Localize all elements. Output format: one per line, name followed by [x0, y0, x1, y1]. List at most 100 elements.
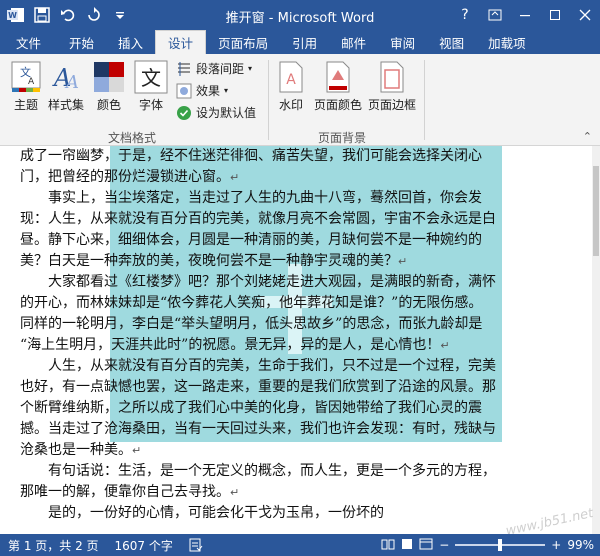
- zoom-slider-thumb[interactable]: [497, 539, 502, 551]
- theme-label: 主题: [13, 98, 38, 112]
- view-and-zoom: − + 99%: [381, 534, 594, 556]
- tab-file[interactable]: 文件: [0, 30, 58, 54]
- line-text: 沧桑也是一种美。: [20, 442, 132, 458]
- line-text: 昼。静下心来，细细体会，月圆是一种清丽的美，月缺何尝不是一种婉约的: [20, 232, 482, 248]
- scrollbar-thumb[interactable]: [593, 166, 599, 256]
- document-line[interactable]: 昼。静下心来，细细体会，月圆是一种清丽的美，月缺何尝不是一种婉约的: [20, 230, 560, 251]
- document-line[interactable]: 同样的一轮明月，李白是“举头望明月，低头思故乡”的思念，而张九龄却是: [20, 314, 560, 335]
- tab-design[interactable]: 设计: [155, 30, 207, 54]
- line-text: 也好，有一点缺憾也罢，这一路走来，重要的是我们欣赏到了沿途的风景。那: [20, 379, 496, 395]
- tab-mailings[interactable]: 邮件: [329, 30, 378, 54]
- zoom-level[interactable]: 99%: [567, 538, 594, 552]
- tab-page-layout[interactable]: 页面布局: [206, 30, 280, 54]
- watermark-button[interactable]: A 水印: [276, 60, 306, 113]
- document-line[interactable]: 成了一帘幽梦，于是，经不住迷茫徘徊、痛苦失望，我们可能会选择关闭心: [20, 146, 560, 167]
- document-line[interactable]: 沧桑也是一种美。↵: [20, 440, 560, 461]
- document-line[interactable]: 撼。当走过了沧海桑田，当有一天回过头来，我们也许会发现：有时，残缺与: [20, 419, 560, 440]
- zoom-slider[interactable]: [455, 539, 546, 551]
- document-line[interactable]: 人生，从来就没有百分百的完美，生命于我们，只不过是一个过程，完美: [20, 356, 560, 377]
- page-color-button[interactable]: 页面颜色: [314, 60, 362, 113]
- style-set-button[interactable]: AA 样式集: [48, 60, 84, 113]
- document-text[interactable]: 成了一帘幽梦，于是，经不住迷茫徘徊、痛苦失望，我们可能会选择关闭心 门，把曾经的那…: [20, 146, 560, 524]
- colors-button[interactable]: 颜色: [92, 60, 126, 113]
- page-border-button[interactable]: 页面边框: [368, 60, 416, 113]
- document-line[interactable]: 事实上，当尘埃落定，当走过了人生的九曲十八弯，蓦然回首，你会发: [20, 188, 560, 209]
- document-line[interactable]: 那唯一的解，便靠你自己去寻找。↵: [20, 482, 560, 503]
- web-layout-icon[interactable]: [419, 538, 433, 553]
- line-text: “海上生明月，天涯共此时”的祝愿。景无异，异的是人，是心情也！: [20, 337, 441, 353]
- paragraph-mark-icon: ↵: [132, 444, 142, 457]
- document-line[interactable]: “海上生明月，天涯共此时”的祝愿。景无异，异的是人，是心情也！↵: [20, 335, 560, 356]
- line-text: 撼。当走过了沧海桑田，当有一天回过头来，我们也许会发现：有时，残缺与: [20, 421, 496, 437]
- group-label-page-bg: 页面背景: [318, 131, 367, 145]
- fonts-button[interactable]: 文 字体: [134, 60, 168, 113]
- paragraph-spacing-button[interactable]: 段落间距 ▾: [176, 60, 252, 77]
- proofing-icon[interactable]: [181, 538, 211, 552]
- tab-view[interactable]: 视图: [427, 30, 476, 54]
- ribbon-separator: [268, 60, 269, 140]
- zoom-in-button[interactable]: +: [551, 538, 561, 552]
- theme-button[interactable]: 文A 主题: [8, 60, 44, 113]
- chevron-down-icon: ▾: [224, 86, 229, 95]
- line-text: 是的，一份好的心情，可能会化干戈为玉帛，一份坏的: [48, 505, 384, 521]
- read-mode-icon[interactable]: [381, 538, 395, 553]
- ribbon-design: 文A 主题 AA 样式集 颜色 文 字体 段落间距 ▾ 效果 ▾ 设为默认值 文…: [0, 54, 600, 146]
- document-area[interactable]: 成了一帘幽梦，于是，经不住迷茫徘徊、痛苦失望，我们可能会选择关闭心 门，把曾经的那…: [0, 146, 600, 534]
- tab-insert[interactable]: 插入: [106, 30, 155, 54]
- paragraph-spacing-label: 段落间距: [196, 62, 245, 76]
- line-text: 大家都看过《红楼梦》吧？那个刘姥姥走进大观园，是满眼的新奇，满怀: [48, 274, 496, 290]
- maximize-icon[interactable]: [540, 0, 570, 30]
- line-text: 那唯一的解，便靠你自己去寻找。: [20, 484, 230, 500]
- tab-review[interactable]: 审阅: [378, 30, 427, 54]
- watermark-icon: A: [279, 61, 303, 93]
- paragraph-spacing-icon: [178, 61, 190, 76]
- fonts-icon: 文: [134, 60, 168, 94]
- document-line[interactable]: 也好，有一点缺憾也罢，这一路走来，重要的是我们欣赏到了沿途的风景。那: [20, 377, 560, 398]
- document-line[interactable]: 门，把曾经的那份烂漫锁进心窗。↵: [20, 167, 560, 188]
- svg-text:A: A: [28, 77, 35, 87]
- word-count[interactable]: 1607 个字: [107, 537, 181, 554]
- svg-text:A: A: [64, 72, 79, 93]
- line-text: 的开心，而林妹妹却是“侬今葬花人笑痴，他年葬花知是谁？”的无限伤感。: [20, 295, 483, 311]
- line-text: 美？白天是一种奔放的美，夜晚何尝不是一种静宇灵魂的美？: [20, 253, 398, 269]
- tab-references[interactable]: 引用: [280, 30, 329, 54]
- line-text: 门，把曾经的那份烂漫锁进心窗。: [20, 169, 230, 185]
- document-line[interactable]: 有句话说：生活，是一个无定义的概念，而人生，更是一个多元的方程，: [20, 461, 560, 482]
- help-button[interactable]: ?: [450, 0, 480, 30]
- page-color-icon: [326, 61, 350, 93]
- svg-text:A: A: [286, 72, 296, 88]
- print-layout-icon[interactable]: [401, 538, 413, 553]
- close-icon[interactable]: [570, 0, 600, 30]
- ribbon-tabs: 文件 开始 插入 设计 页面布局 引用 邮件 审阅 视图 加载项: [0, 30, 600, 54]
- paragraph-mark-icon: ↵: [230, 486, 240, 499]
- zoom-out-button[interactable]: −: [439, 538, 449, 552]
- effects-button[interactable]: 效果 ▾: [176, 82, 228, 99]
- ribbon-separator: [424, 60, 425, 140]
- tab-home[interactable]: 开始: [57, 30, 106, 54]
- colors-label: 颜色: [96, 98, 121, 112]
- document-page[interactable]: 成了一帘幽梦，于是，经不住迷茫徘徊、痛苦失望，我们可能会选择关闭心 门，把曾经的那…: [14, 146, 578, 534]
- set-default-label: 设为默认值: [196, 106, 257, 120]
- style-set-icon: AA: [52, 64, 79, 93]
- document-line[interactable]: 的开心，而林妹妹却是“侬今葬花人笑痴，他年葬花知是谁？”的无限伤感。: [20, 293, 560, 314]
- document-line[interactable]: 是的，一份好的心情，可能会化干戈为玉帛，一份坏的: [20, 503, 560, 524]
- minimize-icon[interactable]: [510, 0, 540, 30]
- line-text: 事实上，当尘埃落定，当走过了人生的九曲十八弯，蓦然回首，你会发: [48, 190, 482, 206]
- status-bar: 第 1 页，共 2 页 1607 个字 − + 99%: [0, 534, 600, 556]
- group-label-doc-format: 文档格式: [108, 131, 157, 145]
- tab-addins[interactable]: 加载项: [476, 30, 538, 54]
- page-border-icon: [380, 61, 404, 93]
- paragraph-mark-icon: ↵: [230, 171, 240, 184]
- collapse-ribbon-icon[interactable]: ⌃: [583, 130, 592, 143]
- document-line[interactable]: 个断臂维纳斯，之所以成了我们心中美的化身，皆因她带给了我们心灵的震: [20, 398, 560, 419]
- vertical-scrollbar[interactable]: [592, 146, 600, 534]
- document-line[interactable]: 现：人生，从来就没有百分百的完美，就像月亮不会常圆，宇宙不会永远是白: [20, 209, 560, 230]
- document-line[interactable]: 大家都看过《红楼梦》吧？那个刘姥姥走进大观园，是满眼的新奇，满怀: [20, 272, 560, 293]
- paragraph-mark-icon: ↵: [440, 339, 450, 352]
- ribbon-display-icon[interactable]: [480, 0, 510, 30]
- set-default-button[interactable]: 设为默认值: [176, 104, 256, 121]
- document-line[interactable]: 美？白天是一种奔放的美，夜晚何尝不是一种静宇灵魂的美？↵: [20, 251, 560, 272]
- line-text: 有句话说：生活，是一个无定义的概念，而人生，更是一个多元的方程，: [48, 463, 496, 479]
- style-set-label: 样式集: [48, 98, 85, 112]
- page-count[interactable]: 第 1 页，共 2 页: [0, 537, 107, 554]
